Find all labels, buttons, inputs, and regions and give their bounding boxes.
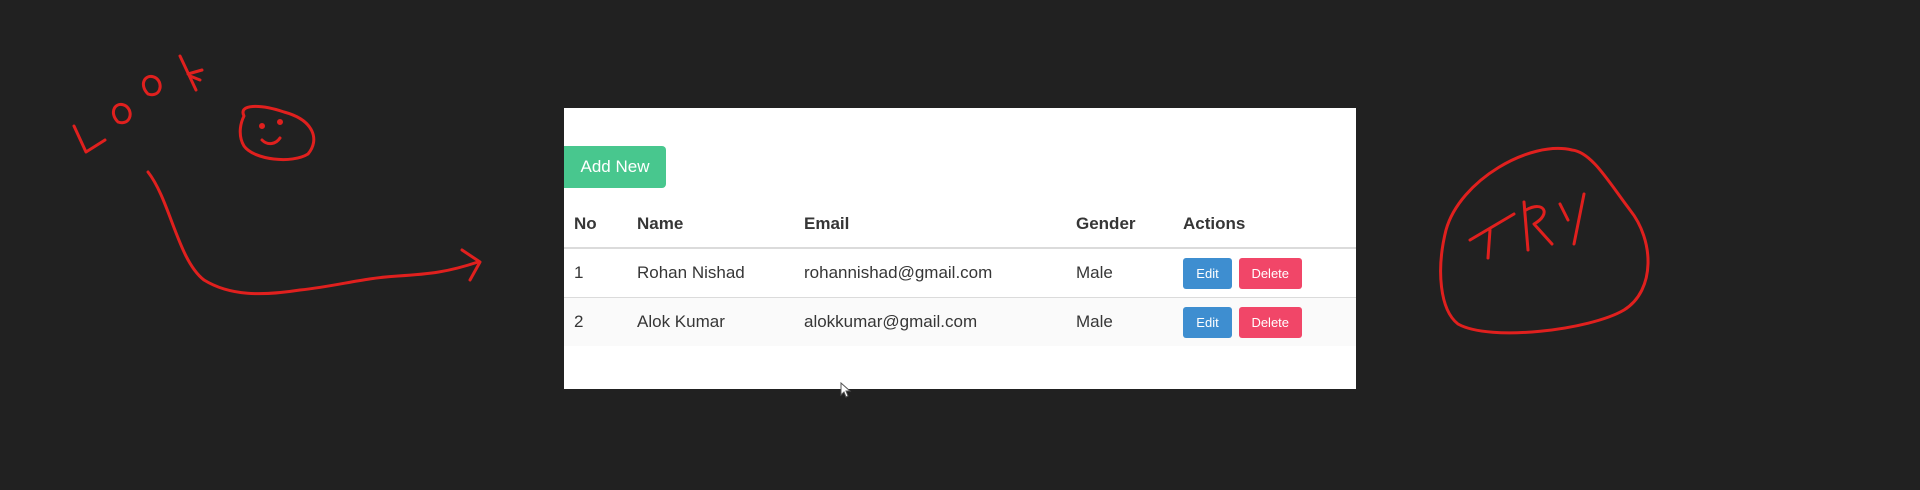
screen: Add New No Name Email Gender Actions 1 R… — [0, 0, 1920, 490]
look-letter-o1 — [112, 103, 132, 125]
cell-email: rohannishad@gmail.com — [794, 248, 1066, 298]
arrow-curve — [146, 170, 480, 296]
look-letter-k2 — [186, 68, 204, 76]
smiley-eye-left — [259, 123, 265, 129]
cell-email: alokkumar@gmail.com — [804, 312, 978, 331]
try-letter-y1 — [1558, 202, 1570, 222]
cell-gender: Male — [1066, 248, 1173, 298]
table-header-row: No Name Email Gender Actions — [564, 201, 1356, 249]
cell-name: Rohan Nishad — [627, 248, 794, 298]
user-table-panel: Add New No Name Email Gender Actions 1 R… — [564, 108, 1356, 389]
header-actions: Actions — [1173, 201, 1356, 249]
header-email: Email — [794, 201, 1066, 249]
edit-button[interactable]: Edit — [1183, 257, 1232, 289]
look-letter-k1 — [178, 54, 198, 92]
table-row: 1 Rohan Nishad rohannishad@gmail.com Mal… — [564, 248, 1356, 298]
try-letter-t1 — [1468, 212, 1516, 242]
header-name: Name — [627, 201, 794, 249]
try-letter-t2 — [1486, 228, 1492, 260]
try-circle — [1439, 147, 1650, 335]
smiley-mouth — [260, 136, 282, 146]
cell-actions: Edit Delete — [1173, 248, 1356, 298]
add-new-button[interactable]: Add New — [564, 146, 666, 188]
cell-no: 2 — [574, 312, 584, 331]
arrow-head — [460, 248, 482, 282]
cell-no: 1 — [564, 248, 627, 298]
table-row: 2 Alok Kumar alokkumar@gmail.com Male Ed… — [564, 297, 1356, 347]
look-letter-l — [72, 124, 107, 154]
try-letter-r1 — [1522, 200, 1530, 252]
users-table: No Name Email Gender Actions 1 Rohan Nis… — [564, 201, 1356, 346]
delete-button[interactable]: Delete — [1238, 306, 1302, 338]
header-gender: Gender — [1066, 201, 1173, 249]
cell-gender: Male — [1076, 312, 1113, 331]
edit-button[interactable]: Edit — [1183, 306, 1232, 338]
try-letter-r2 — [1524, 205, 1554, 246]
header-no: No — [564, 201, 627, 249]
look-letter-k3 — [188, 74, 202, 82]
try-letter-y2 — [1572, 192, 1586, 246]
cell-name: Alok Kumar — [637, 312, 725, 331]
smiley-face — [238, 105, 316, 161]
delete-button[interactable]: Delete — [1238, 257, 1302, 289]
mouse-pointer-icon — [840, 382, 852, 398]
look-letter-o2 — [142, 75, 162, 97]
smiley-eye-right — [277, 119, 283, 125]
cell-actions: Edit Delete — [1173, 298, 1356, 347]
